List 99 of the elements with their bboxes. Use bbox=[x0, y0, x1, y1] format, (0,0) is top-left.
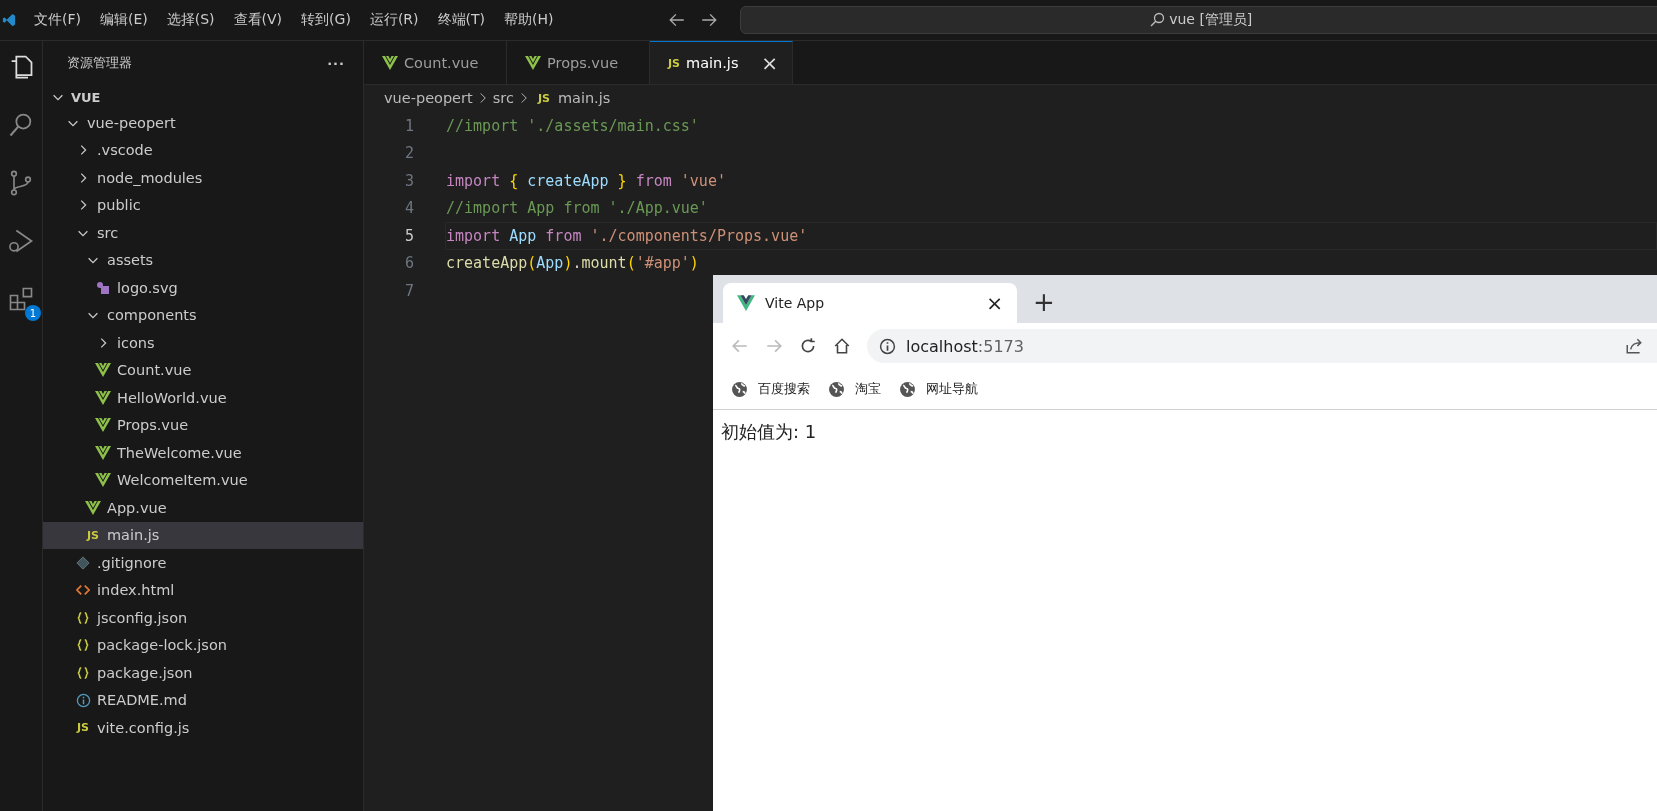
file-tree-item[interactable]: vite.config.js bbox=[97, 719, 190, 736]
file-tree-item[interactable]: logo.svg bbox=[117, 279, 178, 296]
home-icon[interactable] bbox=[833, 337, 851, 355]
file-tree-item[interactable]: src bbox=[97, 224, 119, 241]
line-number: 3 bbox=[403, 171, 414, 190]
menu-item[interactable]: 转到(G) bbox=[301, 11, 351, 29]
vue-file-icon bbox=[382, 55, 398, 70]
globe-icon bbox=[828, 380, 845, 398]
file-tree-item[interactable]: components bbox=[107, 307, 197, 324]
vue-file-icon bbox=[95, 473, 111, 488]
info-file-icon bbox=[75, 692, 91, 708]
editor-tab[interactable]: Count.vue bbox=[364, 41, 507, 84]
vue-logo-icon bbox=[737, 295, 755, 311]
file-tree-item[interactable]: icons bbox=[117, 334, 155, 351]
address-bar[interactable]: localhost:5173 bbox=[867, 329, 1657, 363]
vue-file-icon bbox=[85, 500, 101, 515]
run-debug-icon[interactable] bbox=[7, 227, 35, 255]
file-tree-item[interactable]: main.js bbox=[107, 527, 160, 544]
menu-item[interactable]: 终端(T) bbox=[437, 11, 485, 29]
workspace-root[interactable]: VUE bbox=[43, 85, 363, 109]
file-tree-item[interactable]: node_modules bbox=[97, 169, 203, 186]
globe-icon bbox=[731, 380, 748, 398]
menu-item[interactable]: 文件(F) bbox=[34, 11, 81, 29]
git-file-icon bbox=[76, 555, 90, 570]
menu-item[interactable]: 帮助(H) bbox=[504, 11, 554, 29]
file-tree-item[interactable]: package-lock.json bbox=[97, 637, 227, 654]
line-number: 5 bbox=[403, 226, 414, 245]
share-icon[interactable] bbox=[1625, 337, 1643, 355]
globe-icon bbox=[899, 380, 916, 398]
code-line: import { createApp } from 'vue' bbox=[446, 171, 726, 190]
file-tree-item[interactable]: Count.vue bbox=[117, 362, 192, 379]
more-actions-button[interactable]: ··· bbox=[327, 55, 345, 71]
back-arrow-icon[interactable] bbox=[668, 11, 687, 29]
image-file-icon bbox=[95, 279, 111, 296]
file-tree-item[interactable]: Props.vue bbox=[117, 417, 189, 434]
reload-icon[interactable] bbox=[799, 337, 817, 355]
file-tree-item[interactable]: README.md bbox=[97, 692, 187, 709]
file-tree-item[interactable]: index.html bbox=[97, 582, 175, 599]
code-line: //import App from './App.vue' bbox=[446, 199, 708, 218]
browser-tab[interactable]: Vite App × bbox=[723, 283, 1017, 323]
bookmark-link[interactable]: 百度搜索 bbox=[758, 380, 810, 398]
bookmark-link[interactable]: 网址导航 bbox=[926, 380, 978, 398]
url-text: localhost:5173 bbox=[906, 336, 1024, 356]
code-line: createApp(App).mount('#app') bbox=[446, 254, 699, 273]
breadcrumb-item[interactable]: main.js bbox=[557, 90, 611, 106]
file-tree-item[interactable]: assets bbox=[107, 252, 154, 269]
tab-label: main.js bbox=[686, 55, 739, 71]
file-tree-item[interactable]: TheWelcome.vue bbox=[117, 444, 242, 461]
explorer-title: 资源管理器 bbox=[67, 54, 132, 72]
file-tree-item[interactable]: .vscode bbox=[97, 142, 153, 159]
code-line: //import './assets/main.css' bbox=[446, 116, 699, 135]
vue-file-icon bbox=[525, 55, 541, 70]
command-center-text: vue [管理员] bbox=[1169, 11, 1253, 29]
breadcrumb-item[interactable]: vue-peopert bbox=[384, 90, 473, 106]
vue-file-icon bbox=[95, 363, 111, 378]
page-text: 初始值为: 1 bbox=[721, 421, 817, 442]
bookmark-link[interactable]: 淘宝 bbox=[855, 380, 881, 398]
vue-file-icon bbox=[95, 390, 111, 405]
vue-file-icon bbox=[95, 418, 111, 433]
breadcrumb-item[interactable]: src bbox=[492, 90, 514, 106]
code-file-icon bbox=[76, 583, 90, 598]
braces-file-icon bbox=[76, 665, 90, 680]
menu-item[interactable]: 选择(S) bbox=[166, 11, 215, 29]
line-number: 4 bbox=[403, 199, 414, 218]
braces-file-icon bbox=[76, 610, 90, 625]
menu-item[interactable]: 查看(V) bbox=[233, 11, 283, 29]
file-tree-item[interactable]: HelloWorld.vue bbox=[117, 389, 227, 406]
line-number: 7 bbox=[403, 281, 414, 300]
file-tree-item[interactable]: package.json bbox=[97, 664, 193, 681]
info-icon bbox=[879, 337, 896, 355]
js-file-icon: JS bbox=[668, 56, 680, 70]
search-icon bbox=[1149, 12, 1166, 28]
tab-label: Count.vue bbox=[404, 54, 479, 71]
menu-item[interactable]: 编辑(E) bbox=[100, 11, 148, 29]
file-tree-item[interactable]: jsconfig.json bbox=[97, 609, 188, 626]
file-tree-item[interactable]: vue-peopert bbox=[87, 114, 176, 131]
code-line: import App from './components/Props.vue' bbox=[446, 226, 808, 245]
file-tree-item[interactable]: public bbox=[97, 197, 141, 214]
file-tree-item[interactable]: App.vue bbox=[107, 499, 167, 516]
command-center-search[interactable]: vue [管理员] bbox=[740, 6, 1657, 34]
tab-label: Props.vue bbox=[547, 54, 619, 71]
line-number: 6 bbox=[403, 254, 414, 273]
vue-file-icon bbox=[95, 445, 111, 460]
js-file-icon: JS bbox=[87, 528, 99, 542]
editor-tab[interactable]: JS main.js × bbox=[650, 41, 793, 84]
line-number: 2 bbox=[403, 144, 414, 163]
browser-tab-title: Vite App bbox=[765, 295, 825, 311]
close-tab-button[interactable]: × bbox=[986, 291, 1003, 315]
menu-item[interactable]: 运行(R) bbox=[369, 11, 419, 29]
close-tab-button[interactable]: × bbox=[761, 51, 778, 75]
braces-file-icon bbox=[76, 638, 90, 653]
new-tab-button[interactable]: + bbox=[1033, 287, 1055, 317]
js-file-icon: JS bbox=[537, 91, 550, 105]
line-number: 1 bbox=[403, 116, 414, 135]
js-file-icon: JS bbox=[77, 721, 89, 735]
notification-badge: 1 bbox=[25, 305, 41, 321]
file-tree-item[interactable]: .gitignore bbox=[97, 554, 167, 571]
forward-arrow-icon[interactable] bbox=[700, 11, 719, 29]
file-tree-item[interactable]: WelcomeItem.vue bbox=[117, 472, 248, 489]
